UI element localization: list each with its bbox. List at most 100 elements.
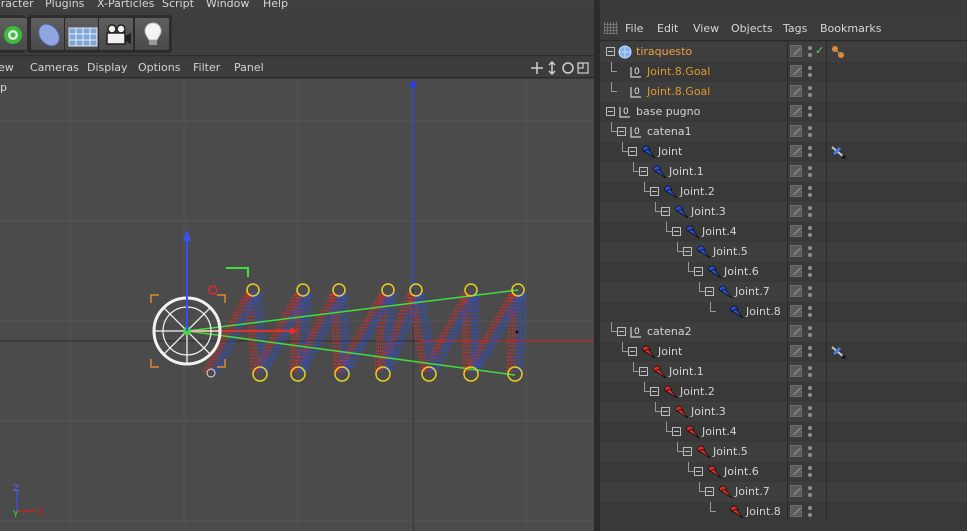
rotate-view-icon[interactable] xyxy=(562,62,574,74)
om-menu-item-view[interactable]: View xyxy=(693,22,719,35)
menu-item-0[interactable]: aracter xyxy=(0,0,34,10)
layer-toggle-icon[interactable] xyxy=(790,205,802,217)
visibility-dots-icon[interactable] xyxy=(807,405,813,419)
object-name[interactable]: Joint xyxy=(658,145,682,158)
layer-toggle-icon[interactable] xyxy=(790,285,802,297)
object-name[interactable]: Joint.4 xyxy=(702,225,737,238)
fold-toggle-icon[interactable] xyxy=(705,487,714,496)
menu-item-2[interactable]: X-Particles xyxy=(97,0,154,10)
object-row[interactable]: Joint.6 xyxy=(600,262,967,282)
object-row[interactable]: Joint.4 xyxy=(600,422,967,442)
object-name[interactable]: tiraquesto xyxy=(636,45,692,58)
menu-item-5[interactable]: Help xyxy=(263,0,288,10)
fold-toggle-icon[interactable] xyxy=(650,387,659,396)
object-row[interactable]: 0 Joint.8.Goal xyxy=(600,62,967,82)
joint-handle-small[interactable] xyxy=(206,368,216,378)
panel-grip-icon[interactable] xyxy=(604,22,618,34)
object-name[interactable]: Joint.4 xyxy=(702,425,737,438)
visibility-dots-icon[interactable] xyxy=(807,285,813,299)
visibility-dots-icon[interactable] xyxy=(807,385,813,399)
fold-toggle-icon[interactable] xyxy=(639,167,648,176)
visibility-dots-icon[interactable] xyxy=(807,245,813,259)
visibility-dots-icon[interactable] xyxy=(807,465,813,479)
object-name[interactable]: Joint.6 xyxy=(724,465,759,478)
object-row[interactable]: Joint xyxy=(600,342,967,362)
object-name[interactable]: Joint.3 xyxy=(691,405,726,418)
layer-toggle-icon[interactable] xyxy=(790,225,802,237)
om-menu-item-objects[interactable]: Objects xyxy=(731,22,773,35)
visibility-dots-icon[interactable] xyxy=(807,205,813,219)
enabled-check-icon[interactable]: ✓ xyxy=(815,44,824,57)
layer-toggle-icon[interactable] xyxy=(790,125,802,137)
visibility-dots-icon[interactable] xyxy=(807,345,813,359)
visibility-dots-icon[interactable] xyxy=(807,225,813,239)
object-row[interactable]: Joint.5 xyxy=(600,442,967,462)
layer-toggle-icon[interactable] xyxy=(790,385,802,397)
toggle-view-icon[interactable] xyxy=(577,62,589,74)
fold-toggle-icon[interactable] xyxy=(617,327,626,336)
ik-tag-icon[interactable] xyxy=(830,144,848,163)
fold-toggle-icon[interactable] xyxy=(628,347,637,356)
deformer-button[interactable] xyxy=(0,17,28,51)
viewport-menu-item-3[interactable]: Options xyxy=(138,61,180,74)
om-menu-item-bookmarks[interactable]: Bookmarks xyxy=(820,22,881,35)
joint-handle[interactable] xyxy=(246,283,260,297)
object-name[interactable]: Joint xyxy=(658,345,682,358)
menu-item-4[interactable]: Window xyxy=(206,0,249,10)
object-row[interactable]: Joint.2 xyxy=(600,182,967,202)
viewport-menu-item-5[interactable]: Panel xyxy=(234,61,264,74)
om-menu-item-edit[interactable]: Edit xyxy=(657,22,678,35)
object-name[interactable]: Joint.2 xyxy=(680,385,715,398)
viewport-3d[interactable]: Z Y X p xyxy=(0,79,594,531)
object-name[interactable]: Joint.5 xyxy=(713,245,748,258)
object-row[interactable]: Joint.7 xyxy=(600,482,967,502)
object-name[interactable]: Joint.1 xyxy=(669,365,704,378)
cube-button[interactable] xyxy=(30,17,66,51)
fold-toggle-icon[interactable] xyxy=(683,447,692,456)
visibility-dots-icon[interactable] xyxy=(807,485,813,499)
visibility-dots-icon[interactable] xyxy=(807,65,813,79)
visibility-dots-icon[interactable] xyxy=(807,325,813,339)
object-row[interactable]: Joint.8 xyxy=(600,302,967,322)
om-menu-item-file[interactable]: File xyxy=(625,22,643,35)
object-row[interactable]: Joint.6 xyxy=(600,462,967,482)
layer-toggle-icon[interactable] xyxy=(790,45,802,57)
object-name[interactable]: Joint.8.Goal xyxy=(647,65,710,78)
object-row[interactable]: 0 catena1 xyxy=(600,122,967,142)
layer-toggle-icon[interactable] xyxy=(790,365,802,377)
visibility-dots-icon[interactable] xyxy=(807,265,813,279)
object-name[interactable]: Joint.5 xyxy=(713,445,748,458)
fold-toggle-icon[interactable] xyxy=(661,407,670,416)
visibility-dots-icon[interactable] xyxy=(807,105,813,119)
fold-toggle-icon[interactable] xyxy=(694,267,703,276)
viewport-menu-item-1[interactable]: Cameras xyxy=(30,61,79,74)
object-name[interactable]: Joint.6 xyxy=(724,265,759,278)
visibility-dots-icon[interactable] xyxy=(807,125,813,139)
layer-toggle-icon[interactable] xyxy=(790,85,802,97)
joint-handle[interactable] xyxy=(421,366,437,382)
object-row[interactable]: Joint.1 xyxy=(600,362,967,382)
layer-toggle-icon[interactable] xyxy=(790,485,802,497)
fold-toggle-icon[interactable] xyxy=(639,367,648,376)
fold-toggle-icon[interactable] xyxy=(628,147,637,156)
visibility-dots-icon[interactable] xyxy=(807,45,813,59)
material-tag-icon[interactable] xyxy=(830,44,846,63)
layer-toggle-icon[interactable] xyxy=(790,505,802,517)
fold-toggle-icon[interactable] xyxy=(606,107,615,116)
viewport-scene[interactable]: Z Y X xyxy=(0,79,594,531)
object-row[interactable]: Joint.5 xyxy=(600,242,967,262)
object-row[interactable]: tiraquesto ✓ xyxy=(600,42,967,62)
visibility-dots-icon[interactable] xyxy=(807,165,813,179)
fold-toggle-icon[interactable] xyxy=(672,427,681,436)
object-name[interactable]: Joint.8 xyxy=(746,505,781,518)
viewport-menu-item-0[interactable]: ew xyxy=(0,61,14,74)
zoom-view-icon[interactable] xyxy=(548,60,556,76)
layer-toggle-icon[interactable] xyxy=(790,265,802,277)
visibility-dots-icon[interactable] xyxy=(807,365,813,379)
layer-toggle-icon[interactable] xyxy=(790,345,802,357)
fold-toggle-icon[interactable] xyxy=(650,187,659,196)
menu-item-3[interactable]: Script xyxy=(162,0,194,10)
object-row[interactable]: Joint.2 xyxy=(600,382,967,402)
layer-toggle-icon[interactable] xyxy=(790,425,802,437)
visibility-dots-icon[interactable] xyxy=(807,85,813,99)
